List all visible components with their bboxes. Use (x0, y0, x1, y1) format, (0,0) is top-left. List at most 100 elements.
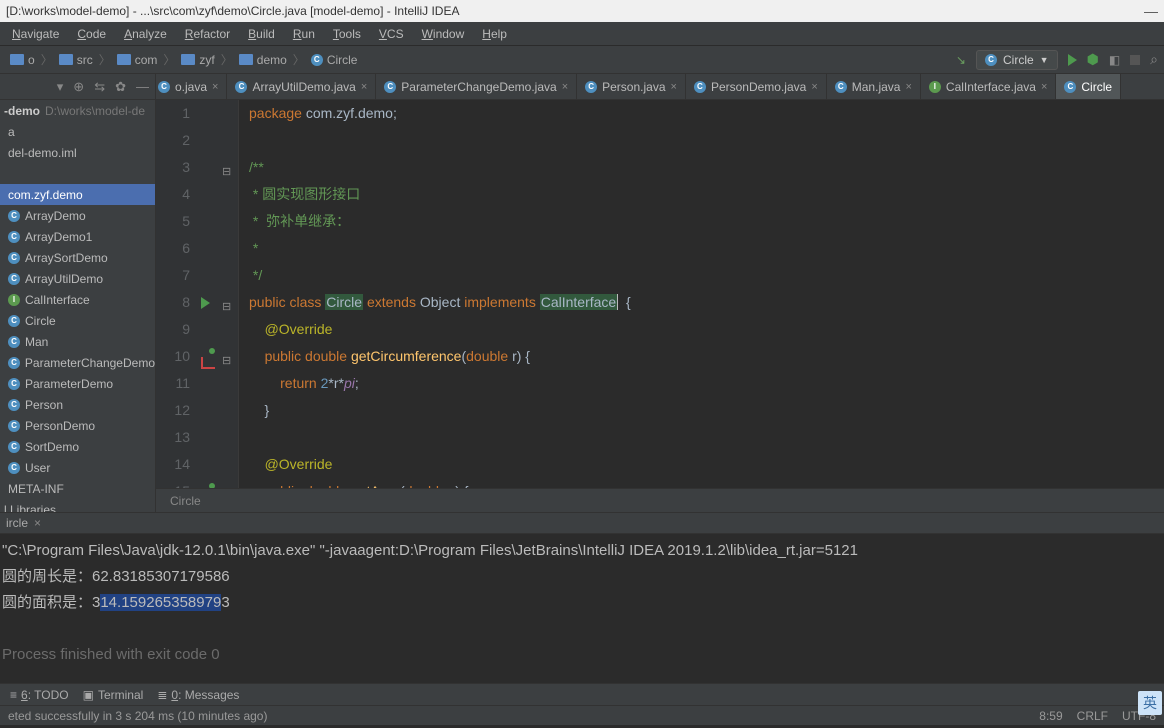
close-icon[interactable]: × (34, 516, 41, 530)
breadcrumb-Circle[interactable]: CCircle (307, 53, 362, 67)
tree-item[interactable]: CSortDemo (0, 436, 155, 457)
fold-icon[interactable]: ⊟ (222, 159, 231, 186)
coverage-icon[interactable]: ◧ (1109, 53, 1120, 67)
editor-tab[interactable]: CPersonDemo.java× (686, 74, 827, 99)
project-root[interactable]: -demo D:\works\model-de (0, 100, 155, 121)
menu-tools[interactable]: Tools (325, 25, 369, 43)
code-line[interactable]: public class Circle extends Object imple… (249, 289, 1164, 316)
code-line[interactable]: @Override (249, 316, 1164, 343)
tree-item[interactable]: a (0, 121, 155, 142)
code-line[interactable]: * 弥补单继承： (249, 208, 1164, 235)
terminal-tool[interactable]: ▣ Terminal (83, 688, 144, 702)
tree-item[interactable]: ICalInterface (0, 289, 155, 310)
code-line[interactable]: /** (249, 154, 1164, 181)
tree-item[interactable]: CArraySortDemo (0, 247, 155, 268)
menu-build[interactable]: Build (240, 25, 283, 43)
tree-item[interactable]: CArrayDemo1 (0, 226, 155, 247)
code-editor[interactable]: 123456789101112131415 ⊟⊟⊟⊟ package com.z… (156, 100, 1164, 488)
close-icon[interactable]: × (671, 81, 677, 93)
tree-item[interactable]: CArrayDemo (0, 205, 155, 226)
code-line[interactable]: return 2*r*pi; (249, 370, 1164, 397)
menu-run[interactable]: Run (285, 25, 323, 43)
breadcrumb-o[interactable]: o (6, 53, 39, 67)
hide-icon[interactable]: — (136, 79, 149, 94)
tree-item[interactable]: CUser (0, 457, 155, 478)
implements-gutter-icon[interactable] (201, 486, 215, 488)
tree-item[interactable]: CArrayUtilDemo (0, 268, 155, 289)
code-line[interactable]: */ (249, 262, 1164, 289)
implements-gutter-icon[interactable] (201, 351, 215, 378)
code-line[interactable] (249, 424, 1164, 451)
menu-help[interactable]: Help (474, 25, 515, 43)
gear-icon[interactable]: ✿ (115, 79, 126, 95)
menu-window[interactable]: Window (414, 25, 473, 43)
todo-tool[interactable]: ≡ 6: TODO (10, 688, 69, 702)
code-line[interactable]: public double getCircumference(double r)… (249, 343, 1164, 370)
tree-item[interactable]: CMan (0, 331, 155, 352)
tree-item[interactable]: CPersonDemo (0, 415, 155, 436)
code-line[interactable]: * 圆实现图形接口 (249, 181, 1164, 208)
menu-refactor[interactable]: Refactor (177, 25, 238, 43)
tree-item[interactable]: META-INF (0, 478, 155, 499)
fold-icon[interactable]: ⊟ (222, 348, 231, 375)
code-line[interactable]: @Override (249, 451, 1164, 478)
gutter-folds[interactable]: ⊟ ⊟ ⊟ ⊟ (220, 100, 238, 488)
chevron-down-icon[interactable]: ▾ (57, 79, 64, 95)
target-icon[interactable]: ⊕ (73, 79, 84, 95)
close-icon[interactable]: × (562, 81, 568, 93)
editor-tab[interactable]: CCircle (1056, 74, 1121, 99)
ime-indicator[interactable]: 英 (1138, 691, 1162, 715)
messages-tool[interactable]: ≣ 0: Messages (157, 688, 239, 702)
tree-item[interactable]: CPerson (0, 394, 155, 415)
editor-tab[interactable]: Co.java× (156, 74, 227, 99)
code-line[interactable]: package com.zyf.demo; (249, 100, 1164, 127)
tree-item[interactable]: CParameterDemo (0, 373, 155, 394)
breadcrumb-demo[interactable]: demo (235, 53, 291, 67)
tree-item[interactable]: CParameterChangeDemo (0, 352, 155, 373)
minimize-icon[interactable]: — (1144, 3, 1158, 19)
code-line[interactable]: public double getArea(double r) { (249, 478, 1164, 488)
tree-package-selected[interactable]: com.zyf.demo (0, 184, 155, 205)
project-tree[interactable]: -demo D:\works\model-deadel-demo.iml com.… (0, 100, 155, 512)
fold-icon[interactable]: ⊟ (222, 483, 231, 488)
editor-tab[interactable]: CMan.java× (827, 74, 921, 99)
line-separator[interactable]: CRLF (1077, 709, 1108, 723)
console-output[interactable]: "C:\Program Files\Java\jdk-12.0.1\bin\ja… (0, 534, 1164, 683)
run-icon[interactable] (1068, 54, 1077, 66)
close-icon[interactable]: × (1041, 81, 1047, 93)
run-config-selector[interactable]: C Circle ▼ (976, 50, 1058, 70)
editor-tab[interactable]: CParameterChangeDemo.java× (376, 74, 577, 99)
editor-breadcrumb[interactable]: Circle (156, 488, 1164, 512)
tree-item[interactable] (0, 163, 155, 184)
menu-code[interactable]: Code (69, 25, 114, 43)
caret-position[interactable]: 8:59 (1039, 709, 1062, 723)
collapse-icon[interactable]: ⇆ (94, 79, 105, 95)
code-line[interactable]: } (249, 397, 1164, 424)
gutter-marks[interactable] (198, 100, 220, 488)
breadcrumb-zyf[interactable]: zyf (177, 53, 218, 67)
menu-vcs[interactable]: VCS (371, 25, 412, 43)
editor-tab[interactable]: CPerson.java× (577, 74, 686, 99)
tree-libraries[interactable]: l Libraries (0, 499, 155, 512)
tree-item[interactable]: del-demo.iml (0, 142, 155, 163)
editor-tab[interactable]: CArrayUtilDemo.java× (227, 74, 376, 99)
stop-icon[interactable] (1130, 55, 1140, 65)
debug-icon[interactable]: ⬢ (1087, 51, 1099, 68)
run-gutter-icon[interactable] (201, 297, 210, 309)
code-line[interactable] (249, 127, 1164, 154)
editor-tab[interactable]: ICalInterface.java× (921, 74, 1056, 99)
close-icon[interactable]: × (212, 81, 218, 93)
fold-icon[interactable]: ⊟ (222, 294, 231, 321)
close-icon[interactable]: × (811, 81, 817, 93)
code-line[interactable]: * (249, 235, 1164, 262)
close-icon[interactable]: × (905, 81, 911, 93)
search-icon[interactable]: ⌕ (1150, 51, 1158, 68)
close-icon[interactable]: × (361, 81, 367, 93)
tree-item[interactable]: CCircle (0, 310, 155, 331)
run-tab-label[interactable]: ircle (6, 516, 28, 530)
breadcrumb-com[interactable]: com (113, 53, 162, 67)
build-icon[interactable]: ↘ (956, 53, 966, 67)
menu-navigate[interactable]: Navigate (4, 25, 67, 43)
breadcrumb-src[interactable]: src (55, 53, 97, 67)
menu-analyze[interactable]: Analyze (116, 25, 175, 43)
